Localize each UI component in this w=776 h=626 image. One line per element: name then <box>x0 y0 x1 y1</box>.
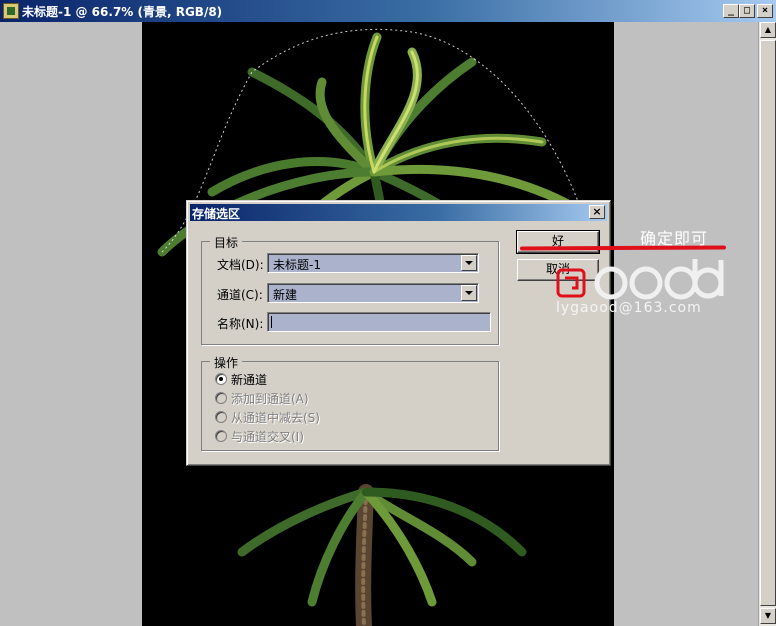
radio-selected-dot <box>219 377 223 381</box>
scroll-down-icon[interactable]: ▼ <box>760 608 776 624</box>
window-title: 未标题-1 @ 66.7% (青景, RGB/8) <box>22 5 223 19</box>
radio-label: 从通道中减去(S) <box>231 411 320 425</box>
photoshop-document-icon <box>3 3 19 19</box>
close-window-button[interactable]: × <box>757 4 773 18</box>
chevron-down-icon[interactable] <box>461 255 477 271</box>
vertical-scrollbar[interactable]: ▲ ▼ <box>758 22 776 626</box>
maximize-button[interactable]: □ <box>739 4 755 18</box>
close-dialog-button[interactable]: × <box>589 205 605 219</box>
document-select-value: 未标题-1 <box>273 258 321 272</box>
radio-label: 新通道 <box>231 373 268 387</box>
text-caret <box>271 316 272 328</box>
chevron-down-icon[interactable] <box>461 285 477 301</box>
channel-select-value: 新建 <box>273 288 298 302</box>
scroll-up-icon[interactable]: ▲ <box>760 22 776 38</box>
scrollbar-thumb[interactable] <box>760 40 776 606</box>
good-watermark-logo <box>556 259 724 300</box>
name-input[interactable] <box>267 312 491 332</box>
document-select[interactable]: 未标题-1 <box>267 253 479 273</box>
dialog-title: 存储选区 <box>192 207 241 221</box>
save-selection-dialog: 存储选区 × 目标 文档(D): 未标题-1 通道(C): 新建 名称(N): … <box>186 200 611 466</box>
radio-button-icon[interactable] <box>215 392 227 404</box>
document-label: 文档(D): <box>217 258 264 272</box>
radio-label: 与通道交叉(I) <box>231 430 304 444</box>
operation-group-legend: 操作 <box>210 354 243 371</box>
channel-select[interactable]: 新建 <box>267 283 479 303</box>
dialog-titlebar[interactable]: 存储选区 × <box>190 204 607 221</box>
minimize-button[interactable]: _ <box>723 4 739 18</box>
channel-label: 通道(C): <box>217 288 263 302</box>
target-groupbox: 目标 文档(D): 未标题-1 通道(C): 新建 名称(N): <box>201 234 499 345</box>
radio-label: 添加到通道(A) <box>231 392 309 406</box>
radio-button-icon[interactable] <box>215 430 227 442</box>
window-titlebar[interactable]: 未标题-1 @ 66.7% (青景, RGB/8) _ □ × <box>0 0 776 22</box>
radio-button-icon[interactable] <box>215 373 227 385</box>
radio-button-icon[interactable] <box>215 411 227 423</box>
name-label: 名称(N): <box>217 317 264 331</box>
watermark-email: lygaood@163.com <box>556 300 702 316</box>
target-group-legend: 目标 <box>210 234 243 251</box>
